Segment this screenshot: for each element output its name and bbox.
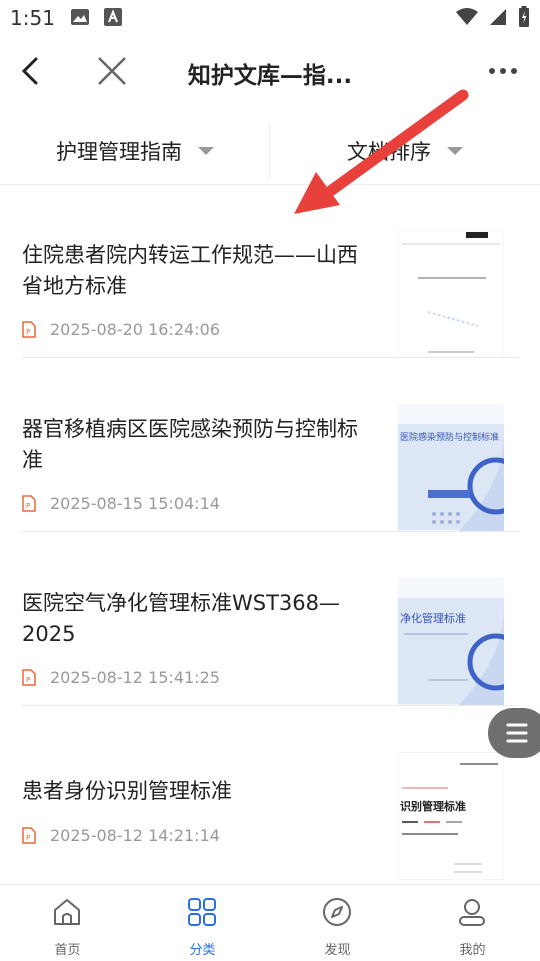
document-title: 器官移植病区医院感染预防与控制标准 xyxy=(22,417,358,472)
page-title: 知护文库—指... xyxy=(187,63,353,89)
document-thumbnail: 医院感染预防与控制标准 xyxy=(398,404,504,532)
document-thumbnail xyxy=(398,230,504,358)
category-filter[interactable]: 护理管理指南 xyxy=(0,118,270,184)
tab-category-label: 分类 xyxy=(189,943,216,958)
user-icon xyxy=(459,899,485,926)
thumbnail-text: 识别管理标准 xyxy=(400,799,466,813)
font-notification-icon xyxy=(104,8,122,26)
tab-home[interactable]: 首页 xyxy=(0,885,135,961)
status-bar: 1:51 xyxy=(0,0,540,38)
pdf-file-icon: P xyxy=(22,321,36,338)
compass-icon xyxy=(323,898,351,926)
document-thumbnail: 净化管理标准 xyxy=(398,578,504,706)
pdf-file-icon: P xyxy=(22,827,36,844)
svg-text:P: P xyxy=(26,328,30,336)
document-meta: P 2025-08-12 14:21:14 xyxy=(22,826,220,845)
navigation-bar: 知护文库—指... xyxy=(0,38,540,108)
home-icon xyxy=(54,899,80,925)
list-item[interactable]: 医院空气净化管理标准WST368—2025 P 2025-08-12 15:41… xyxy=(22,532,518,706)
document-meta: P 2025-08-12 15:41:25 xyxy=(22,668,220,687)
grid-icon xyxy=(188,898,216,926)
bottom-tab-bar: 首页 分类 发现 我的 xyxy=(0,884,540,961)
list-item[interactable]: 患者身份识别管理标准 P 2025-08-12 14:21:14 识别管理标准 xyxy=(22,706,518,880)
thumbnail-text: 净化管理标准 xyxy=(400,611,466,625)
thumbnail-text: 医院感染预防与控制标准 xyxy=(400,431,499,443)
list-item[interactable]: 住院患者院内转运工作规范——山西省地方标准 P 2025-08-20 16:24… xyxy=(22,184,518,358)
tab-mine[interactable]: 我的 xyxy=(405,885,540,961)
tab-category[interactable]: 分类 xyxy=(135,885,270,961)
tab-home-label: 首页 xyxy=(54,943,81,958)
tab-discover[interactable]: 发现 xyxy=(270,885,405,961)
sort-filter-label: 文档排序 xyxy=(347,140,431,164)
chevron-down-icon xyxy=(447,147,463,155)
more-icon[interactable] xyxy=(488,66,518,76)
svg-text:P: P xyxy=(26,502,30,510)
sort-filter[interactable]: 文档排序 xyxy=(270,118,540,184)
document-date: 2025-08-12 15:41:25 xyxy=(50,668,220,687)
chevron-down-icon xyxy=(198,147,214,155)
document-title: 患者身份识别管理标准 xyxy=(22,779,232,803)
document-date: 2025-08-12 14:21:14 xyxy=(50,826,220,845)
close-icon[interactable] xyxy=(95,54,129,88)
document-date: 2025-08-20 16:24:06 xyxy=(50,320,220,339)
category-filter-label: 护理管理指南 xyxy=(56,140,182,164)
floating-menu-button[interactable] xyxy=(488,708,540,758)
back-icon[interactable] xyxy=(16,54,50,88)
document-title: 住院患者院内转运工作规范——山西省地方标准 xyxy=(22,243,358,298)
document-date: 2025-08-15 15:04:14 xyxy=(50,494,220,513)
list-item[interactable]: 器官移植病区医院感染预防与控制标准 P 2025-08-15 15:04:14 … xyxy=(22,358,518,532)
tab-discover-label: 发现 xyxy=(324,943,351,958)
svg-text:P: P xyxy=(26,676,30,684)
pdf-file-icon: P xyxy=(22,669,36,686)
wifi-icon xyxy=(456,8,478,25)
document-thumbnail: 识别管理标准 xyxy=(398,752,504,880)
document-meta: P 2025-08-20 16:24:06 xyxy=(22,320,220,339)
document-title: 医院空气净化管理标准WST368—2025 xyxy=(22,591,341,646)
battery-icon xyxy=(519,6,529,27)
svg-text:P: P xyxy=(26,834,30,842)
menu-icon xyxy=(506,723,528,743)
signal-icon xyxy=(490,9,506,25)
filter-bar: 护理管理指南 文档排序 xyxy=(0,118,540,185)
pdf-file-icon: P xyxy=(22,495,36,512)
document-meta: P 2025-08-15 15:04:14 xyxy=(22,494,220,513)
tab-mine-label: 我的 xyxy=(459,943,486,958)
status-time: 1:51 xyxy=(10,6,55,30)
image-notification-icon xyxy=(71,9,89,25)
